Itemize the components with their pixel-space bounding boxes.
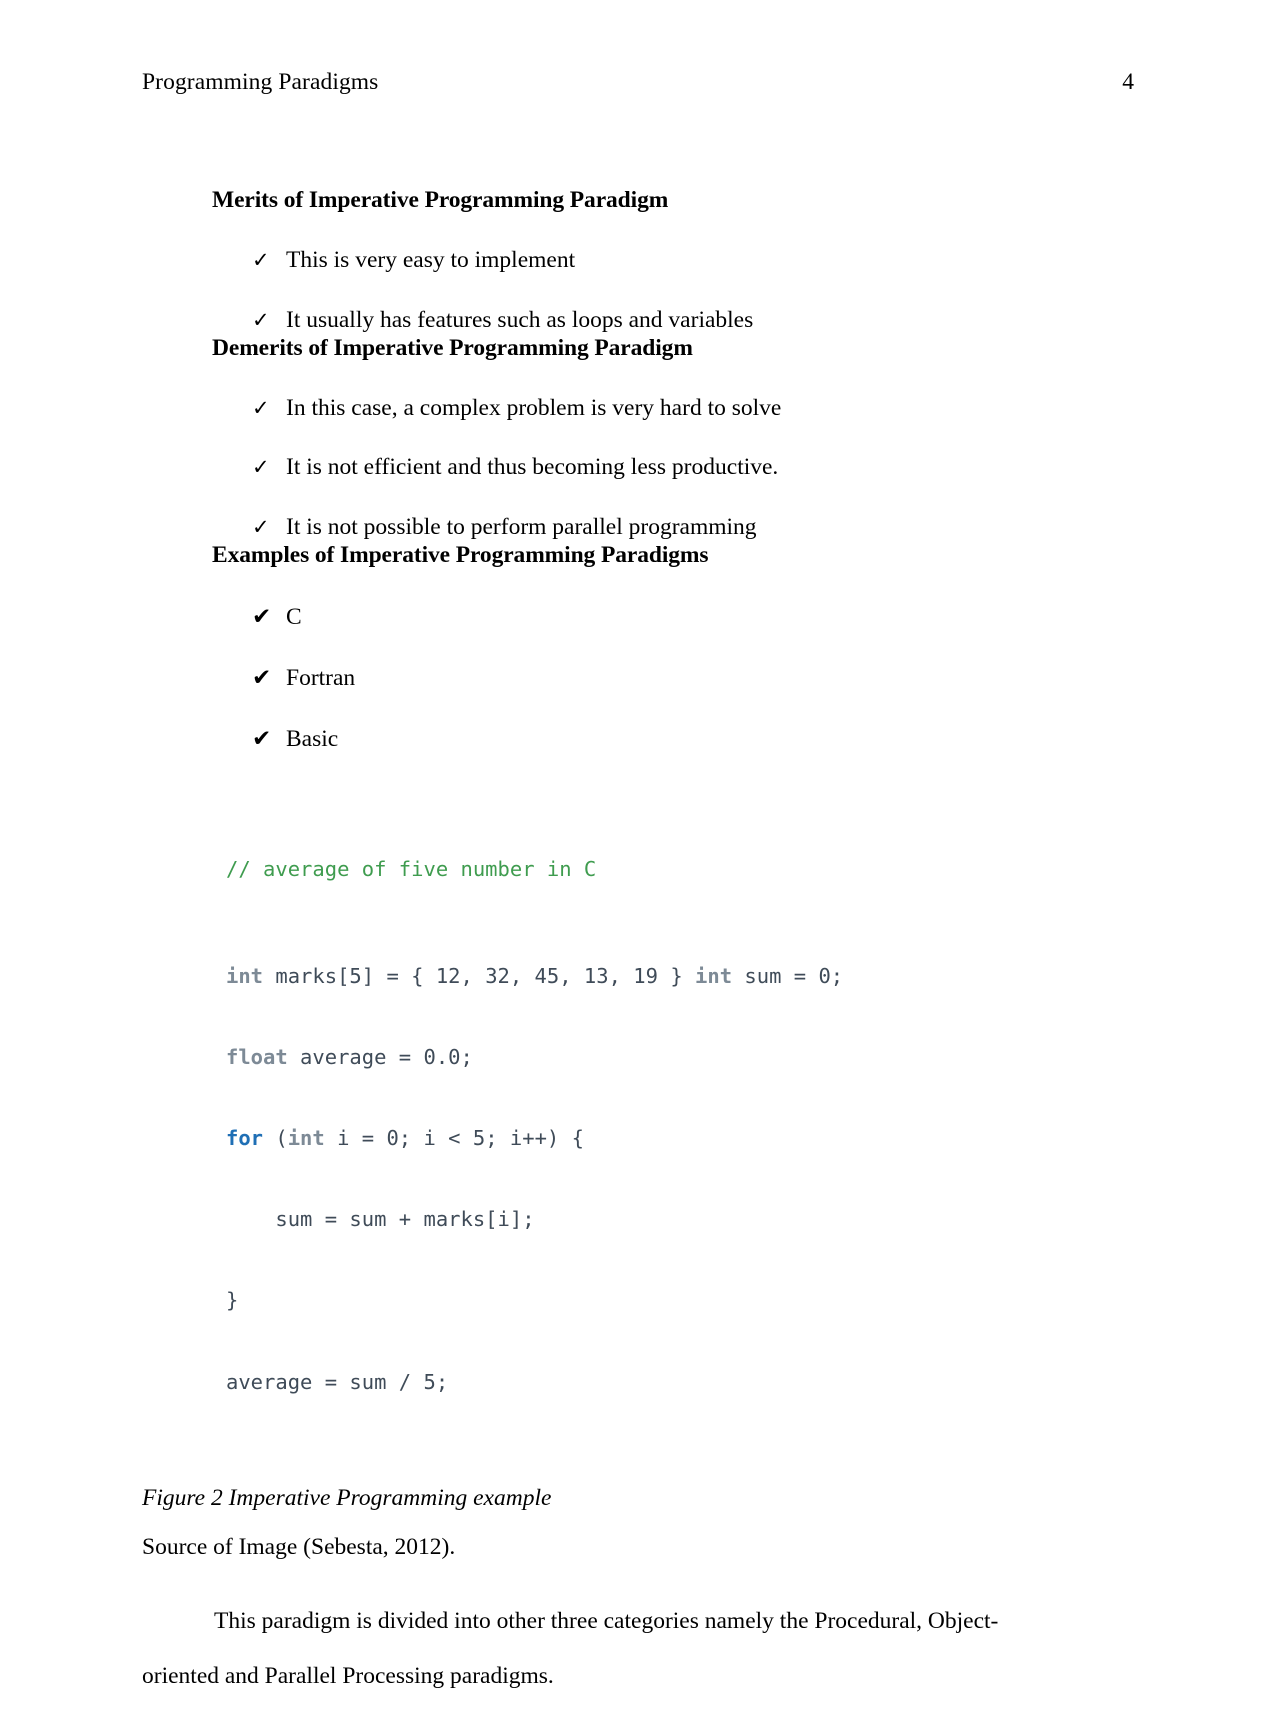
examples-list: ✔ C ✔ Fortran ✔ Basic: [142, 603, 1142, 754]
code-token: average = sum / 5;: [226, 1369, 449, 1394]
list-item: ✓ In this case, a complex problem is ver…: [142, 394, 1142, 422]
document-body: Merits of Imperative Programming Paradig…: [142, 186, 1142, 1728]
figure-source-attribution: Source of Image (Sebesta, 2012).: [142, 1534, 456, 1561]
code-token: int: [695, 963, 733, 988]
list-item-label: It is not efficient and thus becoming le…: [286, 454, 779, 481]
check-icon: ✓: [252, 514, 270, 539]
code-line: int marks[5] = { 12, 32, 45, 13, 19 } in…: [226, 963, 1142, 990]
list-item-label: This is very easy to implement: [286, 247, 576, 274]
document-page: Programming Paradigms 4 Merits of Impera…: [0, 0, 1275, 1689]
code-figure-image: // average of five number in C int marks…: [142, 802, 1142, 1450]
code-token: marks[5] = { 12, 32, 45, 13, 19 }: [263, 963, 696, 988]
running-header: Programming Paradigms 4: [142, 68, 1134, 96]
list-item-label: In this case, a complex problem is very …: [286, 395, 782, 422]
code-line: sum = sum + marks[i];: [226, 1206, 1142, 1233]
code-token: int: [287, 1126, 325, 1151]
code-token: int: [226, 963, 264, 988]
body-paragraph: This paradigm is divided into other thre…: [142, 1608, 999, 1690]
merits-list: ✓ This is very easy to implement ✓ It us…: [142, 246, 1142, 333]
code-token: sum = sum + marks[i];: [226, 1207, 535, 1232]
list-item-label: It usually has features such as loops an…: [286, 306, 754, 333]
code-comment-line: // average of five number in C: [226, 856, 597, 881]
figure-caption: Figure 2 Imperative Programming example: [142, 1484, 552, 1511]
code-token: i = 0; i < 5; i++) {: [324, 1126, 584, 1151]
check-icon: ✓: [252, 396, 270, 421]
check-icon: ✓: [252, 307, 270, 332]
list-item: ✓ It is not possible to perform parallel…: [142, 513, 1142, 541]
code-token: }: [226, 1288, 239, 1313]
heading-demerits: Demerits of Imperative Programming Parad…: [212, 334, 693, 361]
heading-examples: Examples of Imperative Programming Parad…: [212, 541, 709, 568]
list-item: ✓ This is very easy to implement: [142, 246, 1142, 274]
list-item-label: Basic: [286, 726, 339, 753]
demerits-list: ✓ In this case, a complex problem is ver…: [142, 394, 1142, 541]
list-item: ✓ It usually has features such as loops …: [142, 306, 1142, 334]
check-icon: ✓: [252, 455, 270, 480]
list-item-label: C: [286, 604, 302, 631]
code-token: (: [263, 1126, 288, 1151]
list-item: ✔ C: [142, 603, 1142, 631]
heading-merits: Merits of Imperative Programming Paradig…: [212, 187, 669, 213]
code-token: for: [226, 1126, 264, 1151]
code-line: }: [226, 1287, 1142, 1314]
check-icon: ✔: [252, 604, 272, 631]
code-token: sum = 0;: [732, 963, 844, 988]
list-item: ✓ It is not efficient and thus becoming …: [142, 453, 1142, 481]
code-token: float: [226, 1045, 288, 1069]
list-item: ✔ Basic: [142, 725, 1142, 753]
check-icon: ✓: [252, 248, 270, 273]
code-line: for (int i = 0; i < 5; i++) {: [226, 1125, 1142, 1152]
check-icon: ✔: [252, 665, 272, 692]
list-item-label: Fortran: [286, 665, 356, 692]
list-item-label: It is not possible to perform parallel p…: [286, 513, 757, 540]
page-number: 4: [1122, 69, 1134, 95]
running-header-title: Programming Paradigms: [142, 69, 379, 95]
check-icon: ✔: [252, 726, 272, 753]
list-item: ✔ Fortran: [142, 664, 1142, 692]
code-line: average = sum / 5;: [226, 1369, 1142, 1396]
code-line: float average = 0.0;: [226, 1044, 1142, 1071]
code-token: average = 0.0;: [287, 1045, 473, 1069]
